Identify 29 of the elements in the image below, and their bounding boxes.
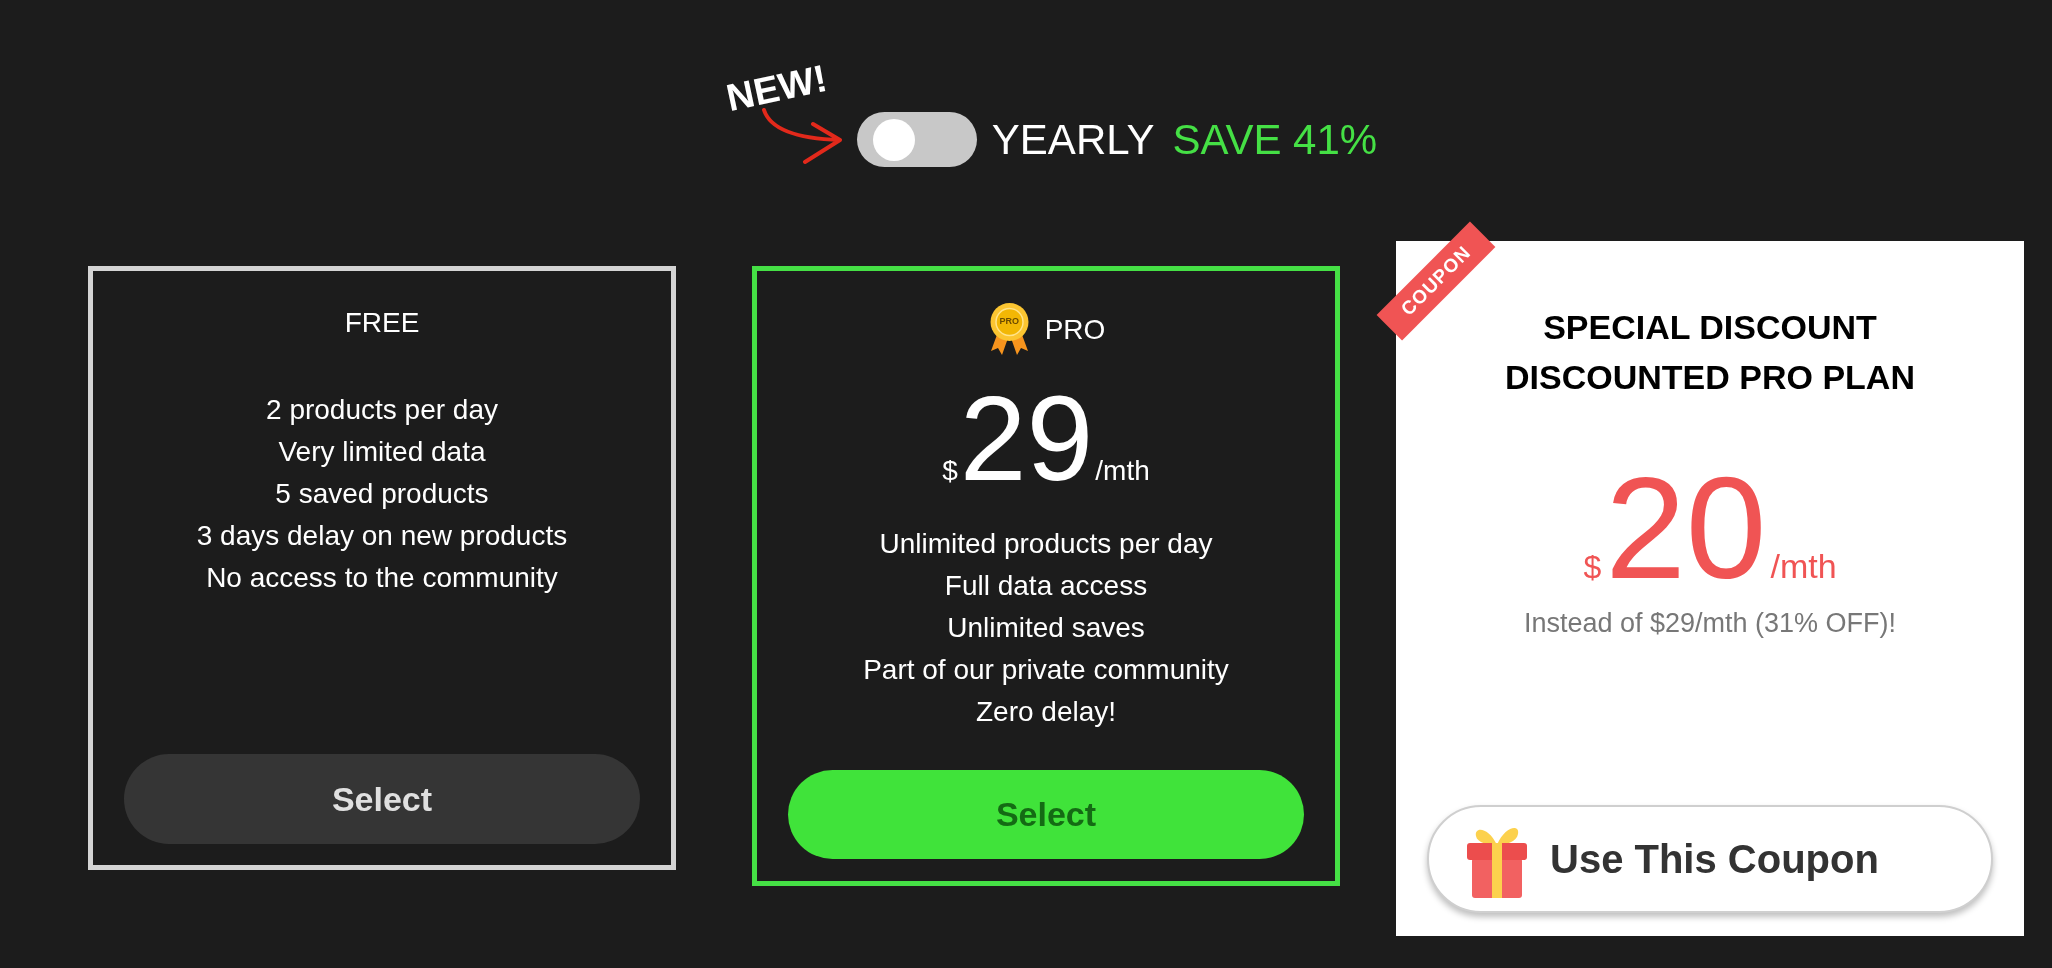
feature-text: Unlimited products per day — [879, 527, 1213, 561]
price-note: Instead of $29/mth (31% OFF)! — [1523, 607, 1897, 640]
price-amount: 20 — [1605, 456, 1767, 601]
coupon-button[interactable]: Use This Coupon — [1427, 805, 1993, 913]
select-button[interactable]: Select — [788, 770, 1304, 859]
feature-text: Part of our private community — [863, 653, 1229, 687]
feature-text: 2 products per day — [266, 393, 498, 427]
price-period: /mth — [1095, 457, 1150, 485]
feature-text: Unlimited saves — [947, 611, 1145, 645]
feature-text: 3 days delay on new products — [196, 519, 568, 553]
feature-text: Zero delay! — [975, 695, 1117, 729]
plan-name: DISCOUNTED PRO PLAN — [1505, 357, 1915, 398]
currency-symbol: $ — [942, 457, 958, 485]
medal-label: PRO — [999, 317, 1019, 326]
price-period: /mth — [1770, 549, 1837, 583]
coupon-heading: SPECIAL DISCOUNT — [1543, 307, 1877, 348]
feature-text: No access to the community — [206, 561, 558, 595]
toggle-switch[interactable] — [856, 112, 977, 167]
plan-name: FREE — [344, 306, 420, 340]
price-amount: 29 — [959, 378, 1094, 498]
plan-name: PRO — [1044, 312, 1106, 347]
feature-text: Full data access — [944, 569, 1148, 603]
select-button[interactable]: Select — [124, 754, 640, 844]
feature-text: Very limited data — [278, 435, 486, 469]
new-label: NEW! — [723, 58, 830, 118]
savings-label: SAVE 41% — [1172, 118, 1378, 161]
yearly-label: YEARLY — [991, 118, 1155, 161]
currency-symbol: $ — [1583, 551, 1602, 583]
feature-text: 5 saved products — [275, 477, 489, 511]
